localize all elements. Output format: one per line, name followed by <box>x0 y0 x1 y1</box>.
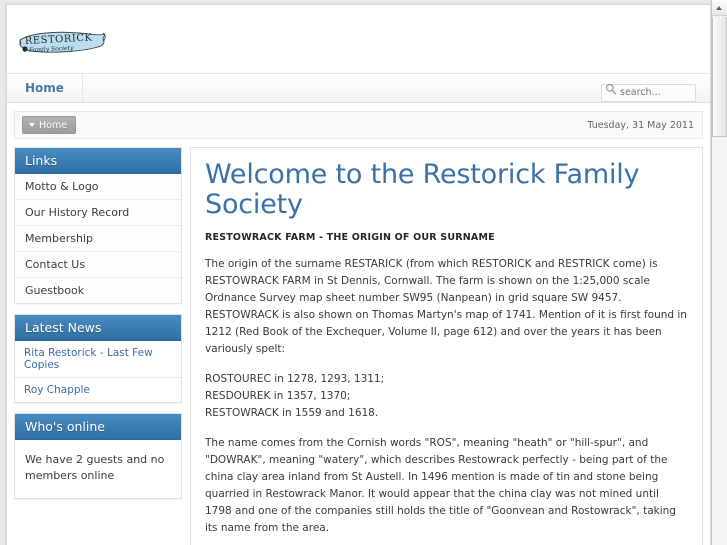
module-whos-online-body: We have 2 guests and no members online <box>15 440 181 498</box>
spelling-variants-list: ROSTOUREC in 1278, 1293, 1311; RESDOUREK… <box>205 371 688 422</box>
module-whos-online-title: Who's online <box>15 414 181 440</box>
whos-online-text: We have 2 guests and no members online <box>25 453 165 482</box>
restorick-banner-logo: RESTORICK Family Society <box>19 31 106 54</box>
sidebar: Links Motto & Logo Our History Record Me… <box>14 147 182 509</box>
site-frame: RESTORICK Family Society Home Home <box>6 4 711 545</box>
browser-scrollbar[interactable] <box>711 0 727 545</box>
sidebar-item-our-history-record[interactable]: Our History Record <box>15 200 181 226</box>
paragraph-cornish-words: The name comes from the Cornish words "R… <box>205 437 676 535</box>
current-date: Tuesday, 31 May 2011 <box>587 119 694 131</box>
content-subheading: RESTOWRACK FARM - THE ORIGIN OF OUR SURN… <box>205 232 495 244</box>
chevron-down-icon <box>29 123 35 127</box>
module-links: Links Motto & Logo Our History Record Me… <box>14 147 182 304</box>
breadcrumb-home-label: Home <box>39 119 68 131</box>
sidebar-item-guestbook[interactable]: Guestbook <box>15 278 181 303</box>
body-wrapper: Links Motto & Logo Our History Record Me… <box>14 147 703 545</box>
nav-item-home[interactable]: Home <box>7 73 83 103</box>
sidebar-item-contact-us[interactable]: Contact Us <box>15 252 181 278</box>
news-item-rita-restorick[interactable]: Rita Restorick - Last Few Copies <box>15 341 181 378</box>
page-title: Welcome to the Restorick Family Society <box>205 159 640 221</box>
sidebar-item-motto-and-logo[interactable]: Motto & Logo <box>15 174 181 200</box>
breadcrumb-home-button[interactable]: Home <box>22 116 77 134</box>
module-latest-news-body: Rita Restorick - Last Few Copies Roy Cha… <box>15 341 181 402</box>
sidebar-item-membership[interactable]: Membership <box>15 226 181 252</box>
module-links-title: Links <box>15 148 181 174</box>
module-latest-news-title: Latest News <box>15 315 181 341</box>
paragraph-origin-of-surname: The origin of the surname RESTARICK (fro… <box>205 258 687 356</box>
news-item-roy-chapple[interactable]: Roy Chapple <box>15 378 181 402</box>
scrollbar-thumb[interactable] <box>712 17 727 137</box>
site-logo[interactable]: RESTORICK Family Society <box>17 27 109 63</box>
breadcrumb-bar: Home Tuesday, 31 May 2011 <box>14 111 703 139</box>
spelling-variant: RESDOUREK in 1357, 1370; <box>205 390 351 403</box>
module-latest-news: Latest News Rita Restorick - Last Few Co… <box>14 314 182 403</box>
page-root: RESTORICK Family Society Home Home <box>0 0 727 545</box>
module-whos-online: Who's online We have 2 guests and no mem… <box>14 413 182 499</box>
search-input[interactable] <box>601 83 696 102</box>
site-header: RESTORICK Family Society <box>7 5 710 73</box>
main-navigation: Home <box>7 73 710 103</box>
main-content: Welcome to the Restorick Family Society … <box>190 147 703 545</box>
scrollbar-arrow-up-icon[interactable] <box>712 0 727 16</box>
spelling-variant: ROSTOUREC in 1278, 1293, 1311; <box>205 373 385 386</box>
spelling-variant: RESTOWRACK in 1559 and 1618. <box>205 407 379 420</box>
search-box[interactable] <box>601 80 696 102</box>
module-links-body: Motto & Logo Our History Record Membersh… <box>15 174 181 303</box>
svg-text:Family Society: Family Society <box>28 45 74 54</box>
